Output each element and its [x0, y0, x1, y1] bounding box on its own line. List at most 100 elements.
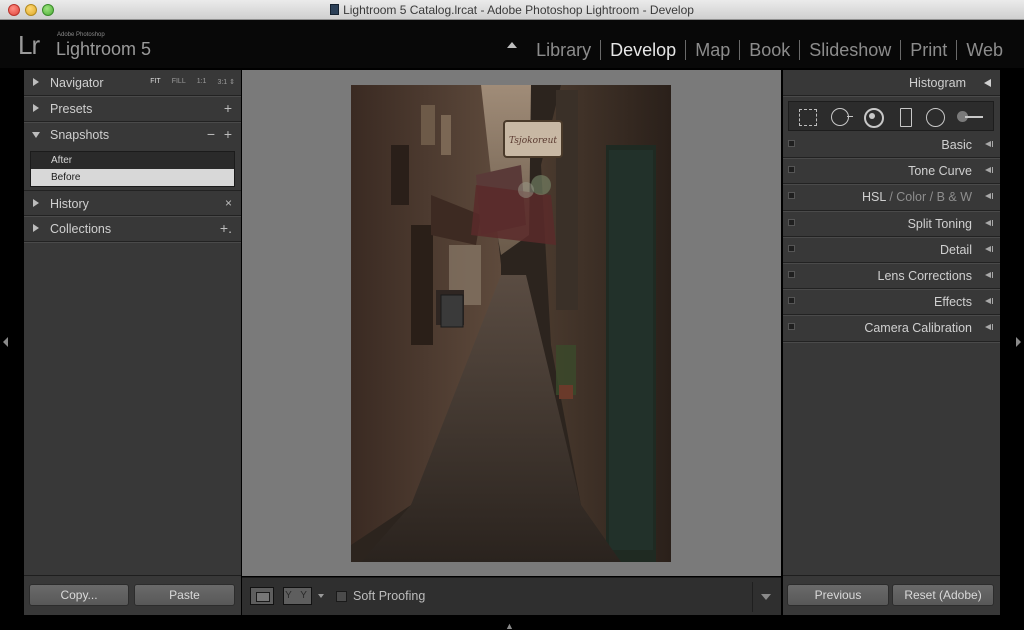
alley-photo-image: Tsjokoreut [351, 85, 671, 562]
section-title-part: B & W [936, 190, 972, 205]
add-snapshot-button[interactable]: + [224, 126, 232, 142]
develop-section-title: Split Toning [908, 217, 972, 231]
soft-proofing-label: Soft Proofing [353, 589, 426, 603]
develop-section-header[interactable]: Camera Calibration [783, 315, 1000, 342]
zoom-3-1[interactable]: 3:1 ⇕ [217, 78, 235, 86]
develop-section-header[interactable]: Detail [783, 237, 1000, 263]
copy-settings-button[interactable]: Copy... [29, 584, 129, 606]
develop-section-header[interactable]: HSL / Color / B & W [783, 184, 1000, 211]
window-title: Lightroom 5 Catalog.lrcat - Adobe Photos… [0, 3, 1024, 17]
snapshots-title: Snapshots [50, 128, 110, 142]
zoom-fit[interactable]: FIT [150, 78, 161, 86]
presets-header[interactable]: Presets + [24, 96, 241, 122]
snapshots-header[interactable]: Snapshots − + [24, 122, 241, 148]
adjustment-brush-icon[interactable] [955, 106, 987, 128]
previous-settings-button[interactable]: Previous [787, 584, 889, 606]
snapshot-item-before[interactable]: Before [31, 169, 234, 186]
navigator-zoom-options: FIT FILL 1:1 3:1 ⇕ [150, 78, 235, 86]
panel-switch-icon[interactable] [788, 218, 795, 226]
develop-section-header[interactable]: Tone Curve [783, 158, 1000, 185]
develop-section-header[interactable]: Effects [783, 289, 1000, 316]
panel-switch-icon[interactable] [788, 166, 795, 174]
reset-adobe-button[interactable]: Reset (Adobe) [892, 584, 994, 606]
section-title-part: / Color / [885, 190, 937, 205]
module-web[interactable]: Web [956, 40, 1012, 60]
left-panel-footer: Copy... Paste [24, 575, 241, 615]
develop-section-title: Detail [940, 243, 972, 257]
crop-overlay-icon[interactable] [797, 106, 819, 128]
navigator-header[interactable]: Navigator FIT FILL 1:1 3:1 ⇕ [24, 70, 241, 96]
loupe-view-button[interactable] [250, 587, 274, 605]
top-panel-toggle-icon[interactable] [507, 42, 517, 48]
section-title-part: Effects [934, 295, 972, 310]
title-bar: Lightroom 5 Catalog.lrcat - Adobe Photos… [0, 0, 1024, 20]
module-print[interactable]: Print [900, 40, 956, 60]
collapsed-triangle-icon [33, 104, 39, 112]
section-title-part: Detail [940, 242, 972, 257]
filmstrip-toggle-icon[interactable]: ▲ [505, 621, 514, 630]
module-library[interactable]: Library [527, 40, 600, 60]
red-eye-correction-icon[interactable] [862, 106, 884, 128]
catalog-document-icon [330, 4, 340, 15]
panel-switch-icon[interactable] [788, 140, 795, 147]
histogram-header[interactable]: Histogram [783, 70, 1000, 96]
product-name: Lightroom 5 [56, 39, 152, 59]
left-panel-toggle-icon[interactable] [3, 337, 8, 347]
develop-panels: Basic Tone Curve HSL / Color / B & W Split … [783, 132, 1000, 342]
collapsed-triangle-icon [985, 298, 993, 305]
soft-proofing-checkbox[interactable] [336, 591, 347, 602]
clear-history-button[interactable]: × [225, 196, 232, 210]
collections-header[interactable]: Collections +. [24, 216, 241, 242]
collections-title: Collections [50, 222, 112, 236]
add-preset-button[interactable]: + [224, 100, 232, 116]
left-panel: Navigator FIT FILL 1:1 3:1 ⇕ Presets + S… [24, 70, 241, 615]
section-title-part: Split Toning [907, 216, 972, 231]
toolbar-content-menu-icon[interactable] [761, 594, 771, 600]
collapsed-triangle-icon [985, 271, 993, 278]
panel-switch-icon[interactable] [788, 323, 795, 331]
window-title-text: Lightroom 5 Catalog.lrcat - Adobe Photos… [343, 3, 694, 17]
develop-section-title: Camera Calibration [864, 321, 972, 335]
section-title-part: Tone Curve [908, 164, 972, 179]
graduated-filter-icon[interactable] [895, 106, 917, 128]
history-header[interactable]: History × [24, 190, 241, 216]
module-slideshow[interactable]: Slideshow [799, 40, 900, 60]
develop-section-header[interactable]: Split Toning [783, 211, 1000, 237]
histogram-title: Histogram [909, 76, 966, 90]
history-title: History [50, 197, 89, 211]
image-preview-area[interactable]: Tsjokoreut [242, 70, 781, 576]
snapshots-list: After Before [30, 151, 235, 187]
right-panel-toggle-icon[interactable] [1016, 337, 1021, 347]
develop-section-header[interactable]: Lens Corrections [783, 263, 1000, 290]
panel-switch-icon[interactable] [788, 297, 795, 305]
panel-switch-icon[interactable] [788, 192, 795, 200]
module-book[interactable]: Book [739, 40, 799, 60]
radial-filter-icon[interactable] [925, 106, 947, 128]
expanded-triangle-icon [32, 132, 40, 138]
panel-switch-icon[interactable] [788, 244, 795, 252]
collapsed-triangle-icon [985, 193, 993, 200]
zoom-fill[interactable]: FILL [172, 78, 186, 86]
snapshot-item-after[interactable]: After [31, 152, 234, 169]
add-collection-button[interactable]: +. [220, 220, 232, 236]
module-develop[interactable]: Develop [600, 40, 685, 60]
spot-removal-icon[interactable] [830, 106, 853, 128]
develop-section-header[interactable]: Basic [783, 132, 1000, 159]
photo-alley: Tsjokoreut [351, 85, 671, 562]
zoom-1-1[interactable]: 1:1 [197, 78, 207, 86]
before-after-view-button[interactable]: Y Y [283, 587, 312, 605]
right-panel-footer: Previous Reset (Adobe) [783, 575, 1000, 615]
adobe-photoshop-label: Adobe Photoshop [57, 32, 105, 38]
panel-switch-icon[interactable] [788, 270, 795, 278]
identity-plate-bar: Lr Adobe Photoshop Lightroom 5 Library De… [0, 20, 1024, 68]
presets-title: Presets [50, 102, 93, 116]
module-map[interactable]: Map [685, 40, 739, 60]
collapsed-triangle-icon [985, 141, 993, 147]
before-after-dropdown-icon[interactable] [318, 594, 324, 598]
remove-snapshot-button[interactable]: − [207, 126, 215, 142]
collapsed-triangle-icon [33, 224, 39, 232]
section-title-part: HSL [862, 190, 886, 205]
collapsed-triangle-icon [985, 245, 993, 252]
collapsed-triangle-icon [985, 219, 993, 226]
paste-settings-button[interactable]: Paste [134, 584, 235, 606]
